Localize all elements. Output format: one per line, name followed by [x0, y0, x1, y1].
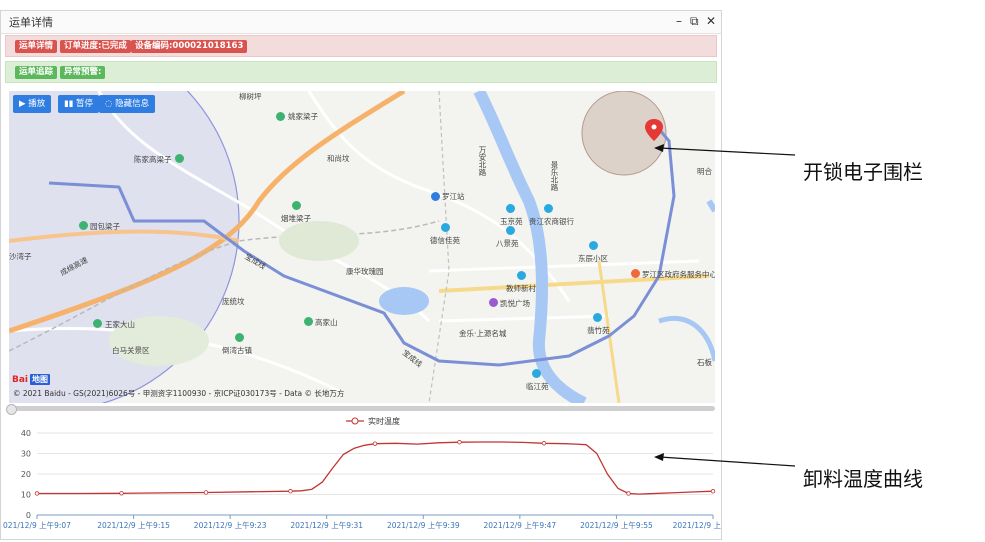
- x-tick-label: 021/12/9 上午9:07: [3, 520, 71, 530]
- map-label: 倒湾古镇: [222, 346, 252, 355]
- temperature-point: [203, 490, 209, 495]
- tag-waybill-tracking[interactable]: 运单追踪: [15, 66, 58, 79]
- map-label: 柳树坪: [239, 92, 262, 101]
- map-label: 贵江农商银行: [529, 217, 574, 226]
- park-icon: [79, 221, 88, 230]
- map-canvas[interactable]: [9, 91, 715, 403]
- park-icon: [235, 333, 244, 342]
- poi-icon: [517, 271, 526, 280]
- park-icon: [292, 201, 301, 210]
- poi-icon: [506, 204, 515, 213]
- map-label: 和尚坟: [327, 154, 350, 163]
- map-label: 康华玫瑰园: [346, 267, 384, 276]
- map-label: 石板: [697, 358, 712, 367]
- station-icon: [431, 192, 440, 201]
- map-label: 陈家高梁子: [134, 155, 172, 164]
- y-tick-label: 10: [21, 491, 31, 500]
- map-label: 姚家梁子: [288, 112, 318, 121]
- park-icon: [93, 319, 102, 328]
- tracking-map[interactable]: ▶ 播放 ▮▮ 暂停 ◌ 隐藏信息 柳树坪 姚家梁子 陈家高梁子 和尚坟 烟堆梁…: [9, 91, 715, 403]
- tag-exception-warning[interactable]: 异常预警:: [60, 66, 106, 79]
- temperature-point: [119, 491, 124, 496]
- map-label: 烟堆梁子: [281, 214, 311, 223]
- map-label: 罗江站: [442, 192, 465, 201]
- poi-icon: [441, 223, 450, 232]
- pause-button[interactable]: ▮▮ 暂停: [58, 95, 100, 113]
- x-tick-label: 2021/12/9 上: [673, 521, 722, 530]
- park-icon: [276, 112, 285, 121]
- park-icon: [304, 317, 313, 326]
- poi-icon: [506, 226, 515, 235]
- y-tick-label: 40: [21, 429, 31, 438]
- temperature-point: [626, 491, 631, 496]
- map-label: 德信佳苑: [430, 236, 460, 245]
- map-label: 园包梁子: [90, 222, 120, 231]
- x-tick-label: 2021/12/9 上午9:47: [484, 520, 557, 530]
- bank-icon: [544, 204, 553, 213]
- y-tick-label: 0: [26, 511, 31, 520]
- temperature-series-line: [37, 441, 714, 495]
- map-label: 八景苑: [496, 239, 519, 248]
- map-label: 庞统坟: [222, 297, 245, 306]
- window-title: 运单详情: [9, 16, 53, 29]
- poi-icon: [532, 369, 541, 378]
- road-label: 万安北路: [478, 146, 487, 176]
- map-label: 临江苑: [526, 382, 549, 391]
- road-label: 景乐北路: [550, 161, 559, 191]
- title-bar: 运单详情 – ⧉ ✕: [1, 11, 721, 34]
- mall-icon: [489, 298, 498, 307]
- y-tick-label: 20: [21, 470, 31, 479]
- play-button[interactable]: ▶ 播放: [13, 95, 52, 113]
- map-label: 翡竹苑: [587, 326, 610, 335]
- hide-info-button[interactable]: ◌ 隐藏信息: [99, 95, 156, 113]
- map-label: 明合: [697, 167, 712, 176]
- map-label: 高家山: [315, 318, 338, 327]
- map-label: 东辰小区: [578, 254, 608, 263]
- temperature-point: [34, 491, 40, 496]
- map-copyright: © 2021 Baidu - GS(2021)6026号 - 甲测资字11009…: [13, 389, 345, 398]
- map-label: 白马关景区: [112, 346, 150, 355]
- annotation-fence: 开锁电子围栏: [803, 160, 923, 184]
- map-label: 沙湾子: [9, 252, 32, 261]
- temperature-point: [372, 441, 378, 446]
- legend-marker: [351, 417, 359, 425]
- baidu-logo: Bai 地图: [12, 374, 51, 385]
- poi-icon: [589, 241, 598, 250]
- y-tick-label: 30: [21, 450, 31, 459]
- temperature-point: [541, 441, 547, 446]
- temperature-point: [710, 489, 716, 494]
- waybill-detail-window: 运单详情 – ⧉ ✕ 运单详情 订单进度:已完成 设备编码:0000210181…: [0, 10, 722, 540]
- map-label: 凯悦广场: [500, 299, 530, 308]
- close-icon[interactable]: ✕: [706, 13, 716, 29]
- temperature-chart: 实时温度 0 10 20 30 40 021/12/9 上午9:07 2021/12/9 上午…: [3, 416, 722, 530]
- minimize-icon[interactable]: –: [676, 13, 682, 29]
- maximize-icon[interactable]: ⧉: [690, 13, 699, 29]
- x-tick-label: 2021/12/9 上午9:31: [290, 520, 363, 530]
- status-bar: 运单详情 订单进度:已完成 设备编码:000021018163: [5, 35, 717, 57]
- tag-device-code: 设备编码:000021018163: [131, 40, 248, 53]
- poi-icon: [593, 313, 602, 322]
- map-label: 金乐·上源名城: [459, 329, 507, 338]
- tracking-bar: 运单追踪 异常预警:: [5, 61, 717, 83]
- map-label: 罗江区政府务服务中心: [642, 270, 715, 279]
- park-icon: [175, 154, 184, 163]
- legend-label: 实时温度: [368, 416, 400, 426]
- temperature-point: [457, 440, 462, 445]
- x-tick-label: 2021/12/9 上午9:23: [194, 520, 267, 530]
- x-tick-label: 2021/12/9 上午9:15: [97, 520, 170, 530]
- map-label: 王家大山: [105, 320, 135, 329]
- map-label: 教师新村: [506, 284, 536, 293]
- x-tick-label: 2021/12/9 上午9:39: [387, 520, 460, 530]
- x-tick-label: 2021/12/9 上午9:55: [580, 520, 653, 530]
- government-icon: [631, 269, 640, 278]
- tag-order-progress: 订单进度:已完成: [60, 40, 131, 53]
- tag-waybill-detail[interactable]: 运单详情: [15, 40, 58, 53]
- temperature-point: [288, 489, 293, 494]
- annotation-temperature: 卸料温度曲线: [803, 467, 923, 491]
